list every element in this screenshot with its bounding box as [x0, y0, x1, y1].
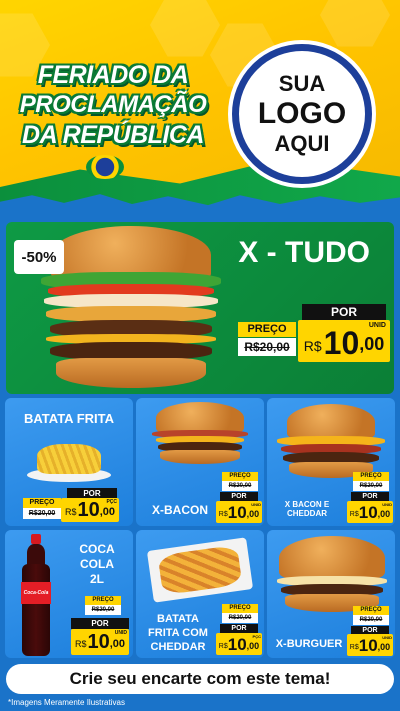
por-label: POR: [71, 618, 129, 629]
title-line: PROCLAMAÇÃO: [19, 91, 207, 118]
preco-label: PREÇO: [222, 604, 258, 613]
product-card-x-bacon[interactable]: X-BACON PREÇO R$20,00 POR R$ 10 ,00 UNID: [136, 398, 264, 526]
holiday-title: FERIADO DA PROCLAMAÇÃO DA REPÚBLICA: [18, 60, 208, 150]
product-name-line: BATATA: [157, 613, 199, 625]
price-integer: 10: [77, 499, 100, 521]
current-price: R$ 10 ,00 PÇC: [61, 498, 119, 522]
unit-label: UNID: [382, 502, 392, 507]
price-integer: 10: [87, 631, 110, 653]
logo-text: LOGO: [257, 97, 347, 130]
preco-label: PREÇO: [85, 596, 121, 605]
unit-label: UNID: [382, 635, 392, 640]
preco-label: PREÇO: [353, 606, 389, 615]
preco-label: PREÇO: [238, 322, 296, 337]
current-price: R$ 10 ,00 UNID: [71, 629, 129, 655]
create-flyer-cta[interactable]: Crie seu encarte com este tema!: [6, 664, 394, 694]
currency-symbol: R$: [218, 511, 228, 518]
product-card-batata-frita[interactable]: BATATA FRITA POR PREÇO R$20,00 R$ 10 ,00…: [5, 398, 133, 526]
product-name: X BACON E CHEDDAR: [267, 500, 347, 518]
product-name-line: CHEDDAR: [150, 641, 206, 653]
current-price: R$ 10 ,00 UNID: [216, 501, 262, 523]
product-card-batata-cheddar[interactable]: BATATA FRITA COM CHEDDAR PREÇO R$20,00 P…: [136, 530, 264, 658]
por-label: POR: [220, 624, 258, 633]
current-price: R$ 10 ,00 PÇC: [216, 633, 262, 655]
por-label: POR: [220, 492, 258, 501]
product-name: X-BACON: [152, 503, 208, 517]
price-cents: ,00: [377, 642, 391, 652]
old-price: R$20,00: [85, 605, 121, 615]
x-burguer-burger-image: [275, 536, 389, 616]
header-banner: FERIADO DA PROCLAMAÇÃO DA REPÚBLICA SUA …: [0, 0, 400, 215]
price-cents: ,00: [246, 509, 260, 519]
currency-symbol: R$: [64, 507, 77, 517]
title-line: FERIADO DA: [37, 61, 189, 89]
old-price: R$20,00: [238, 338, 296, 356]
product-name: BATATA FRITA: [23, 411, 114, 426]
cheddar-fries-image: [146, 537, 254, 603]
coca-cola-bottle-image: Coca-Cola: [21, 534, 51, 656]
por-label: POR: [351, 492, 389, 501]
unit-label: UNID: [114, 630, 127, 636]
product-name: BATATA FRITA COM CHEDDAR: [138, 612, 218, 654]
old-price: R$20,00: [23, 508, 61, 519]
featured-product-x-tudo[interactable]: -50% X - TUDO POR PREÇO R$20,00 R$ 10 ,0…: [6, 222, 394, 394]
old-price: R$20,00: [353, 615, 389, 625]
disclaimer-text: *Imagens Meramente Ilustrativas: [8, 698, 125, 707]
title-line: DA REPÚBLICA: [22, 121, 204, 149]
x-bacon-cheddar-burger-image: [275, 404, 387, 480]
x-bacon-burger-image: [150, 402, 250, 466]
por-label: POR: [302, 304, 386, 320]
logo-text: AQUI: [274, 131, 330, 156]
product-card-x-bacon-cheddar[interactable]: X BACON E CHEDDAR PREÇO R$20,00 POR R$ 1…: [267, 398, 395, 526]
current-price: R$ 10 ,00 UNID: [347, 501, 393, 523]
price-integer: 10: [358, 636, 378, 655]
preco-label: PREÇO: [23, 498, 61, 508]
price-integer: 10: [323, 325, 360, 361]
unit-label: PÇC: [252, 634, 261, 639]
unit-label: UNID: [251, 502, 261, 507]
old-price: R$20,00: [222, 613, 258, 623]
currency-symbol: R$: [218, 643, 228, 650]
brazil-flag-seal-icon: [86, 155, 124, 179]
bottle-label: Coca-Cola: [21, 582, 51, 604]
product-card-coca-cola[interactable]: Coca-Cola COCA COLA 2L PREÇO R$20,00 POR…: [5, 530, 133, 658]
product-name-line: CHEDDAR: [287, 509, 327, 519]
unit-label: PÇC: [106, 499, 117, 505]
hexagon-decoration: [320, 0, 390, 47]
currency-symbol: R$: [74, 639, 87, 649]
preco-label: PREÇO: [353, 472, 389, 481]
logo-text: SUA: [278, 71, 326, 96]
product-name: X-BURGUER: [275, 638, 343, 650]
product-name-line: COCA: [79, 542, 115, 556]
currency-symbol: R$: [349, 511, 359, 518]
currency-symbol: R$: [349, 644, 359, 651]
current-price: R$ 10 ,00 UNID: [298, 320, 390, 362]
price-cents: ,00: [109, 638, 126, 650]
price-integer: 10: [227, 635, 247, 654]
x-tudo-burger-image: [36, 226, 226, 391]
logo-placeholder[interactable]: SUA LOGO AQUI: [232, 44, 372, 184]
product-name: X - TUDO: [238, 236, 370, 269]
product-name-line: 2L: [89, 572, 104, 586]
product-name-line: FRITA COM: [148, 627, 208, 639]
product-name-line: COLA: [80, 557, 114, 571]
product-card-x-burguer[interactable]: X-BURGUER PREÇO R$20,00 POR R$ 10 ,00 UN…: [267, 530, 395, 658]
price-cents: ,00: [99, 506, 116, 518]
currency-symbol: R$: [303, 338, 322, 354]
product-name-line: X BACON E: [284, 500, 330, 509]
preco-label: PREÇO: [222, 472, 258, 481]
price-cents: ,00: [246, 641, 260, 651]
old-price: R$20,00: [222, 481, 258, 491]
french-fries-image: [27, 440, 111, 486]
hexagon-decoration: [150, 0, 220, 57]
price-cents: ,00: [359, 334, 385, 354]
product-name: COCA COLA 2L: [67, 542, 127, 587]
current-price: R$ 10 ,00 UNID: [347, 634, 393, 656]
price-integer: 10: [227, 503, 247, 522]
price-cents: ,00: [377, 509, 391, 519]
unit-label: UNID: [368, 322, 386, 329]
discount-badge: -50%: [14, 240, 64, 274]
old-price: R$20,00: [353, 481, 389, 491]
price-integer: 10: [358, 503, 378, 522]
